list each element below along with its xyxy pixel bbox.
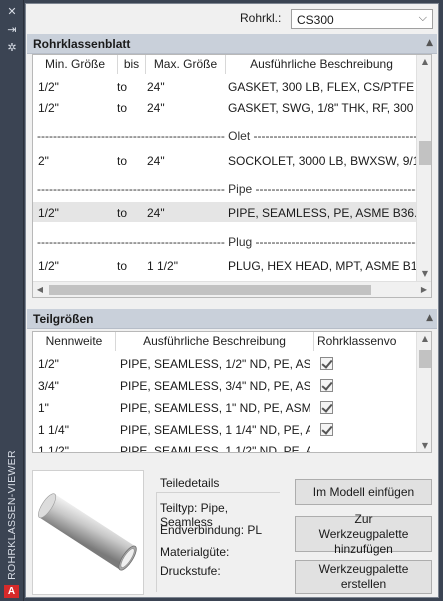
table-row-max[interactable]: 24"	[147, 80, 165, 94]
scroll-down-icon[interactable]: ▼	[417, 439, 431, 452]
table-row-size[interactable]: 1/2"	[38, 357, 59, 371]
close-icon[interactable]: ✕	[5, 6, 19, 18]
pipe-icon	[38, 493, 137, 571]
table-row-desc[interactable]: PIPE, SEAMLESS, 1/2" ND, PE, ASME	[120, 357, 310, 371]
column-header-nominal-size[interactable]: Nennweite	[33, 332, 116, 351]
table-row-min[interactable]: 1/2"	[38, 80, 59, 94]
settings-icon[interactable]: ✲	[5, 42, 19, 54]
section-title: Rohrklassenblatt	[33, 37, 131, 51]
in-spec-checkbox[interactable]	[320, 401, 333, 414]
section-header-teilgroessen[interactable]: Teilgrößen ▲	[27, 309, 437, 329]
table-row-desc[interactable]: PLUG, HEX HEAD, MPT, ASME B16.11, A	[228, 259, 417, 273]
scroll-down-icon[interactable]: ▼	[417, 267, 431, 281]
scroll-up-icon[interactable]: ▲	[417, 332, 431, 346]
spec-label: Rohrkl.:	[240, 11, 282, 25]
table-row-desc[interactable]: GASKET, 300 LB, FLEX, CS/PTFE	[228, 80, 417, 94]
part-sizes-table: Nennweite Ausführliche Beschreibung Rohr…	[32, 331, 432, 453]
part-preview-image	[32, 470, 144, 595]
detail-material: Materialgüte:	[160, 545, 230, 559]
table-row-min[interactable]: 2"	[38, 154, 49, 168]
section-header-rohrklassenblatt[interactable]: Rohrklassenblatt ▲	[27, 34, 437, 54]
spec-selector-bar: Rohrkl.: CS300 ⌵	[26, 4, 438, 32]
vertical-scrollbar[interactable]: ▲ ▼	[416, 332, 431, 452]
add-to-tool-palette-button[interactable]: Zur Werkzeugpalette hinzufügen	[295, 512, 432, 556]
table-row-size[interactable]: 1 1/2"	[38, 444, 69, 452]
scroll-left-icon[interactable]: ◀	[33, 282, 47, 297]
scroll-up-icon[interactable]: ▲	[417, 55, 431, 69]
table-row-to: to	[117, 259, 128, 273]
column-header-to[interactable]: bis	[118, 55, 146, 74]
table-row-max[interactable]: 24"	[147, 206, 165, 220]
table-row-to: to	[117, 154, 128, 168]
pin-icon[interactable]: ⇥	[5, 24, 19, 36]
detail-pressure-class: Druckstufe:	[160, 564, 221, 578]
details-title: Teiledetails	[160, 476, 223, 490]
table-row-to: to	[117, 101, 128, 115]
table-row-max[interactable]: 24"	[147, 101, 165, 115]
table-row-size[interactable]: 3/4"	[38, 379, 59, 393]
group-divider-pipe: ----------------------------------------…	[37, 182, 417, 196]
scroll-right-icon[interactable]: ▶	[417, 282, 431, 297]
table-row-min[interactable]: 1/2"	[38, 101, 59, 115]
table-row-to: to	[117, 80, 128, 94]
collapse-icon[interactable]: ▲	[426, 38, 433, 48]
scrollbar-thumb[interactable]	[419, 141, 431, 165]
spec-sheet-table: Min. Größe bis Max. Größe Ausführliche B…	[32, 54, 432, 298]
column-header-max-size[interactable]: Max. Größe	[146, 55, 226, 74]
button-label: Im Modell einfügen	[312, 484, 415, 499]
scrollbar-thumb[interactable]	[49, 285, 371, 295]
button-label: Zur Werkzeugpalette hinzufügen	[318, 511, 409, 556]
table-row-max[interactable]: 24"	[147, 154, 165, 168]
create-tool-palette-button[interactable]: Werkzeugpalette erstellen	[295, 560, 432, 594]
section-title: Teilgrößen	[33, 312, 94, 326]
in-spec-checkbox[interactable]	[320, 357, 333, 370]
column-header-description[interactable]: Ausführliche Beschreibung	[226, 55, 417, 74]
spec-dropdown-value: CS300	[297, 13, 334, 27]
in-spec-checkbox[interactable]	[320, 379, 333, 392]
autocad-logo: A	[4, 585, 19, 598]
table-row-to: to	[117, 206, 128, 220]
table-row-size[interactable]: 1"	[38, 401, 49, 415]
in-spec-checkbox[interactable]	[320, 423, 333, 436]
side-toolbar: ✕ ⇥ ✲ ROHRKLASSEN-VIEWER A	[0, 0, 24, 601]
table-row-desc[interactable]: PIPE, SEAMLESS, 1 1/2" ND, PE, ASM	[120, 444, 310, 452]
table-row-min[interactable]: 1/2"	[38, 206, 59, 220]
collapse-icon[interactable]: ▲	[426, 313, 433, 323]
column-header-description[interactable]: Ausführliche Beschreibung	[116, 332, 314, 351]
group-divider-plug: ----------------------------------------…	[37, 235, 417, 249]
table-row-min[interactable]: 1/2"	[38, 259, 59, 273]
table-row-size[interactable]: 1 1/4"	[38, 423, 69, 437]
insert-in-model-button[interactable]: Im Modell einfügen	[295, 479, 432, 505]
table-row-desc[interactable]: PIPE, SEAMLESS, 1 1/4" ND, PE, ASM	[120, 423, 310, 437]
spec-dropdown[interactable]: CS300 ⌵	[291, 9, 433, 29]
table-row-desc[interactable]: SOCKOLET, 3000 LB, BWXSW, 9/16" SC	[228, 154, 417, 168]
column-header-in-spec[interactable]: Rohrklassenvo	[314, 332, 416, 351]
detail-end-connection: Endverbindung: PL	[160, 523, 263, 537]
main-panel: Rohrkl.: CS300 ⌵ Rohrklassenblatt ▲ Min.…	[25, 3, 439, 598]
table-row-desc[interactable]: PIPE, SEAMLESS, 3/4" ND, PE, ASME	[120, 379, 310, 393]
vertical-scrollbar[interactable]: ▲ ▼	[416, 55, 431, 281]
group-divider-olet: ----------------------------------------…	[37, 129, 417, 143]
palette-title: ROHRKLASSEN-VIEWER	[6, 450, 18, 580]
chevron-down-icon: ⌵	[418, 11, 427, 24]
table-row-max[interactable]: 1 1/2"	[147, 259, 178, 273]
scrollbar-thumb[interactable]	[419, 350, 431, 368]
horizontal-scrollbar[interactable]: ◀ ▶	[33, 281, 431, 297]
table-row-desc[interactable]: GASKET, SWG, 1/8" THK, RF, 300 LB, 30	[228, 101, 417, 115]
button-label: Werkzeugpalette erstellen	[318, 562, 409, 591]
part-details-group: Teiledetails Teiltyp: Pipe, Seamless End…	[154, 472, 284, 592]
column-header-min-size[interactable]: Min. Größe	[33, 55, 118, 74]
table-row-desc[interactable]: PIPE, SEAMLESS, 1" ND, PE, ASME B	[120, 401, 310, 415]
table-row-desc[interactable]: PIPE, SEAMLESS, PE, ASME B36.10, ASM	[228, 206, 417, 220]
